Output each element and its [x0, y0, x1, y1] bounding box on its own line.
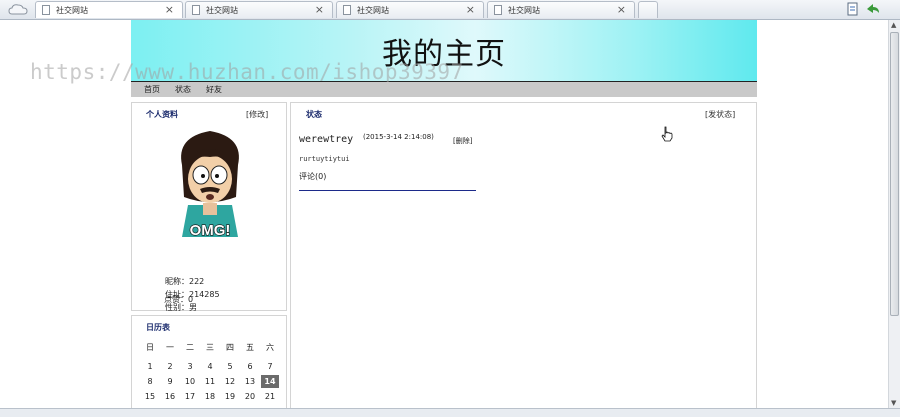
field-value: 214285 — [189, 290, 220, 299]
page-icon — [192, 5, 200, 15]
browser-tab[interactable]: 社交网站 × — [185, 1, 333, 18]
scroll-up-icon[interactable]: ▲ — [891, 21, 896, 29]
scroll-down-icon[interactable]: ▼ — [891, 399, 896, 407]
calendar-day[interactable]: 1 — [141, 360, 159, 373]
browser-tab-strip: 社交网站 × 社交网站 × 社交网站 × 社交网站 × — [0, 0, 900, 20]
edit-profile-link[interactable]: [修改] — [246, 109, 268, 120]
profile-nickname: 昵称：222 — [165, 276, 204, 287]
calendar-day[interactable]: 15 — [141, 390, 159, 403]
calendar-day[interactable]: 8 — [141, 375, 159, 388]
calendar-weekday: 六 — [266, 343, 274, 352]
calendar-weekday: 三 — [206, 343, 214, 352]
close-icon[interactable]: × — [165, 3, 174, 16]
calendar-day-today[interactable]: 14 — [261, 375, 279, 388]
calendar-day[interactable]: 9 — [161, 375, 179, 388]
calendar-day[interactable]: 4 — [201, 360, 219, 373]
page-icon — [494, 5, 502, 15]
calendar-day[interactable]: 10 — [181, 375, 199, 388]
post-timestamp: (2015-3-14 2:14:08) — [363, 133, 434, 141]
page-tools-icon[interactable] — [846, 2, 860, 16]
page-icon — [343, 5, 351, 15]
calendar-day[interactable]: 13 — [241, 375, 259, 388]
calendar-weekday: 日 — [146, 343, 154, 352]
profile-likes: 点赞：0 — [164, 294, 193, 305]
calendar-day[interactable]: 6 — [241, 360, 259, 373]
calendar-day[interactable]: 12 — [221, 375, 239, 388]
nav-item-status[interactable]: 状态 — [175, 84, 191, 95]
close-icon[interactable]: × — [617, 3, 626, 16]
comments-link[interactable]: 评论(0) — [299, 171, 326, 182]
browser-tab[interactable]: 社交网站 × — [35, 1, 183, 18]
calendar-day[interactable]: 17 — [181, 390, 199, 403]
calendar-day[interactable]: 3 — [181, 360, 199, 373]
calendar-weekday: 四 — [226, 343, 234, 352]
post-divider — [299, 190, 476, 191]
field-label: 昵称： — [165, 277, 189, 286]
calendar-weekday: 一 — [166, 343, 174, 352]
calendar-panel: 日历表 日一二三四五六 1 2 3 4 5 6 7 8 9 10 11 12 13 14 15 16 17 18 19… — [131, 315, 287, 408]
status-panel-title: 状态 — [306, 110, 322, 119]
calendar-day[interactable]: 5 — [221, 360, 239, 373]
hand-cursor-icon — [661, 126, 673, 142]
calendar-weekday: 二 — [186, 343, 194, 352]
calendar-day[interactable]: 16 — [161, 390, 179, 403]
nav-item-home[interactable]: 首页 — [144, 84, 160, 95]
avatar: OMG! — [181, 131, 239, 240]
calendar-day[interactable]: 18 — [201, 390, 219, 403]
page-viewport: 我的主页 https://www.huzhan.com/ishop39397 首… — [0, 20, 888, 408]
avatar-caption: OMG! — [190, 222, 231, 239]
calendar-day[interactable]: 19 — [221, 390, 239, 403]
calendar-day[interactable]: 20 — [241, 390, 259, 403]
browser-tab[interactable]: 社交网站 × — [336, 1, 484, 18]
delete-post-link[interactable]: [删除] — [453, 136, 472, 146]
main-nav: 首页 状态 好友 — [131, 82, 757, 97]
post-username[interactable]: werewtrey — [299, 134, 353, 145]
field-label: 点赞： — [164, 295, 188, 304]
calendar-day[interactable]: 7 — [261, 360, 279, 373]
tab-label: 社交网站 — [206, 6, 238, 15]
status-panel: 状态 [发状态] werewtrey (2015-3-14 2:14:08) [… — [290, 102, 757, 408]
calendar-day[interactable]: 11 — [201, 375, 219, 388]
calendar-title: 日历表 — [146, 323, 170, 332]
field-value: 222 — [189, 277, 205, 286]
close-icon[interactable]: × — [466, 3, 475, 16]
post-status-link[interactable]: [发状态] — [705, 109, 735, 120]
profile-panel-title: 个人资料 — [146, 110, 178, 119]
post-content: rurtuytiytui — [299, 155, 350, 163]
tab-label: 社交网站 — [508, 6, 540, 15]
browser-tab[interactable]: 社交网站 × — [487, 1, 635, 18]
tab-label: 社交网站 — [56, 6, 88, 15]
page-icon — [42, 5, 50, 15]
back-arrow-icon[interactable] — [866, 2, 880, 16]
new-tab-button[interactable] — [638, 1, 658, 18]
calendar-weekday: 五 — [246, 343, 254, 352]
profile-panel: 个人资料 [修改] OMG! 昵称：222 住址：214285 性别：男 — [131, 102, 287, 312]
vertical-scrollbar[interactable]: ▲ ▼ — [888, 20, 900, 408]
calendar-day[interactable]: 2 — [161, 360, 179, 373]
tab-label: 社交网站 — [357, 6, 389, 15]
calendar-day[interactable]: 21 — [261, 390, 279, 403]
field-value: 0 — [188, 295, 194, 304]
watermark-text: https://www.huzhan.com/ishop39397 — [30, 60, 464, 84]
close-icon[interactable]: × — [315, 3, 324, 16]
nav-item-friends[interactable]: 好友 — [206, 84, 222, 95]
scroll-thumb[interactable] — [890, 32, 899, 316]
cloud-icon[interactable] — [8, 3, 28, 16]
